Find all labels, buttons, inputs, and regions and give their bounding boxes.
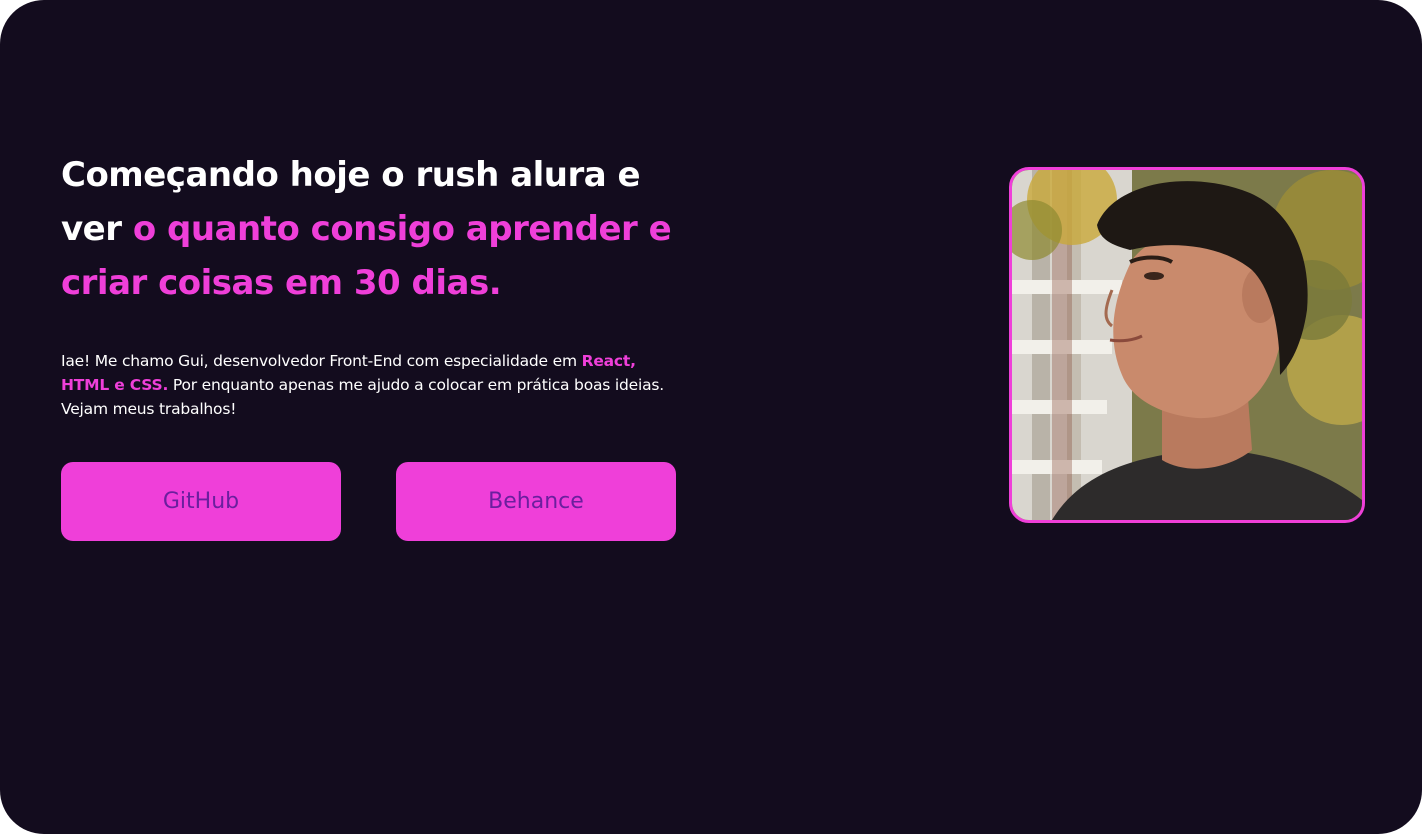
behance-button[interactable]: Behance: [396, 462, 676, 541]
page-container: Começando hoje o rush alura e ver o quan…: [0, 0, 1422, 834]
intro-text: Iae! Me chamo Gui, desenvolvedor Front-E…: [61, 352, 582, 370]
hero-intro: Iae! Me chamo Gui, desenvolvedor Front-E…: [61, 349, 671, 421]
headline-accent-text: o quanto consigo aprender e criar coisas…: [61, 209, 672, 303]
github-button[interactable]: GitHub: [61, 462, 341, 541]
profile-photo: [1009, 167, 1365, 523]
hero-headline: Começando hoje o rush alura e ver o quan…: [61, 148, 701, 310]
profile-photo-illustration: [1012, 170, 1362, 520]
